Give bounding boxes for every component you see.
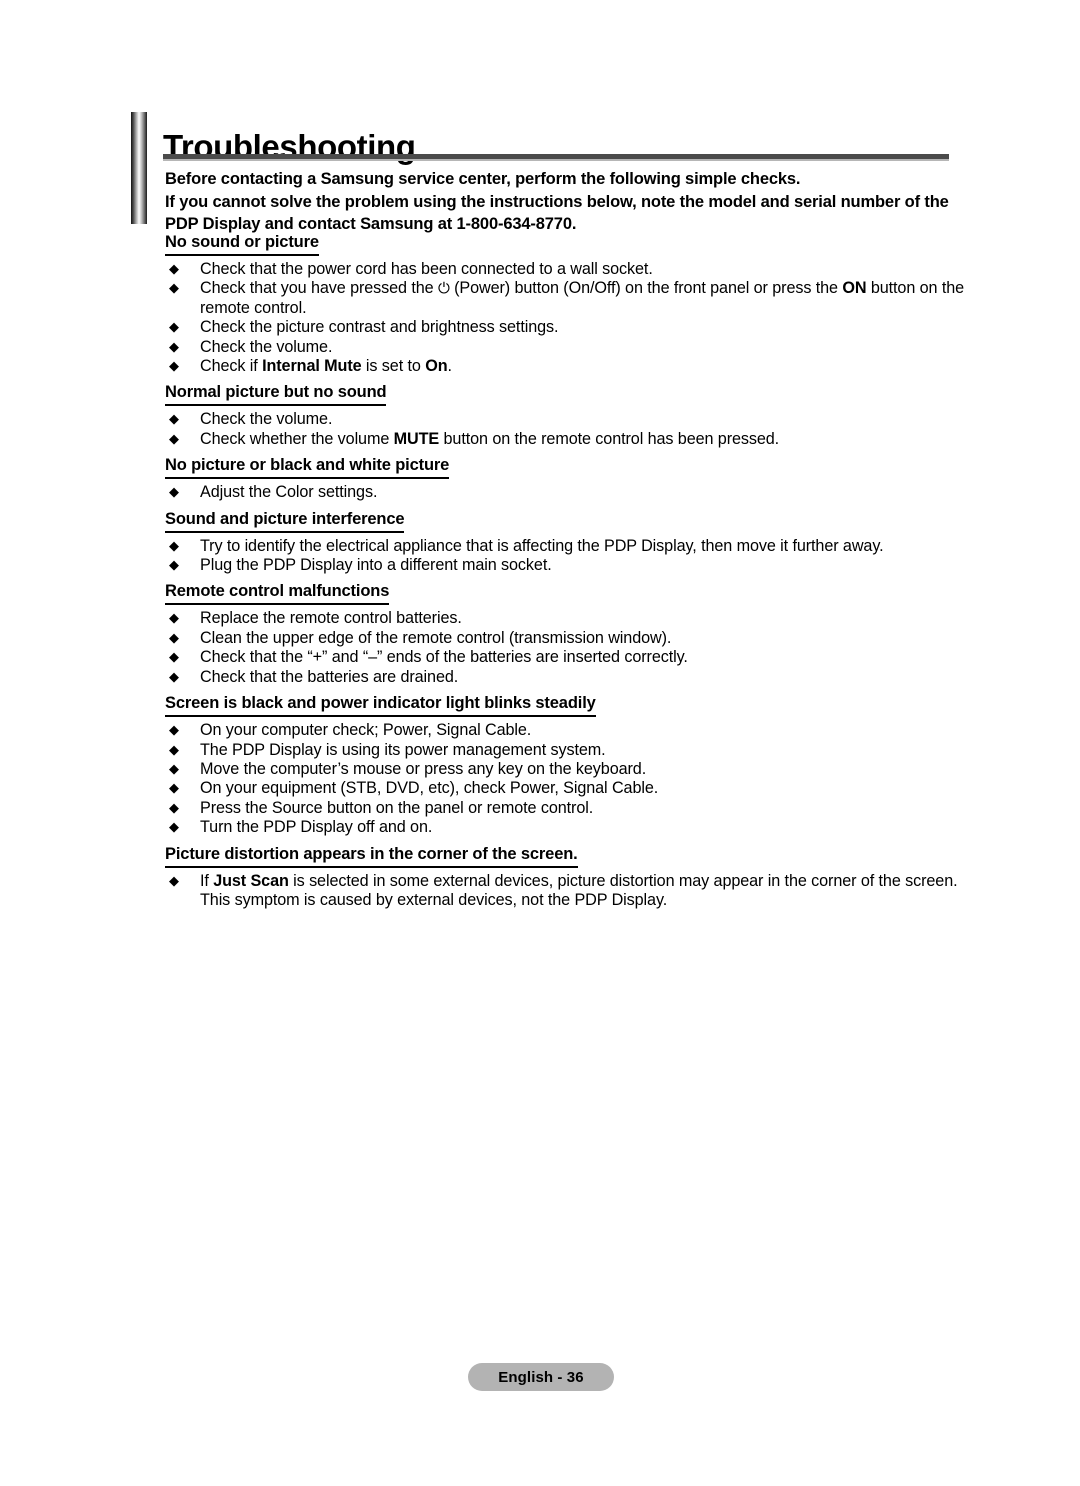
troubleshooting-section: Normal picture but no sound ◆ Check the vo… <box>165 382 965 449</box>
list-item: ◆ Turn the PDP Display off and on. <box>165 818 965 837</box>
troubleshooting-sections: No sound or picture ◆ Check that the power… <box>165 232 965 910</box>
bullet-list: ◆ Check the volume. ◆ Check whether the vol… <box>165 410 965 449</box>
list-item: ◆ Move the computer’s mouse or press any … <box>165 760 965 779</box>
list-item-text: Press the Source button on the panel or … <box>200 798 594 817</box>
emphasis-text: ON <box>842 279 867 298</box>
list-item-text: Check the volume. <box>200 337 333 356</box>
emphasis-text: MUTE <box>393 429 440 448</box>
list-item: ◆ Adjust the Color settings. <box>165 483 965 502</box>
list-item-text: Move the computer’s mouse or press any k… <box>200 759 647 778</box>
section-heading: Sound and picture interference <box>165 509 405 533</box>
list-item-text: Check that you have pressed the ⏻ (Power… <box>200 279 965 317</box>
diamond-bullet-icon: ◆ <box>169 280 179 296</box>
diamond-bullet-icon: ◆ <box>169 799 179 815</box>
bullet-list: ◆ On your computer check; Power, Signal C… <box>165 721 965 837</box>
emphasis-text: Internal Mute <box>262 357 362 376</box>
emphasis-text: Just Scan <box>213 871 289 890</box>
list-item: ◆ Check the picture contrast and brightne… <box>165 318 965 337</box>
list-item-text: Check that the “+” and “–” ends of the b… <box>200 648 688 667</box>
document-page: Troubleshooting Before contacting a Sams… <box>0 0 1080 1486</box>
diamond-bullet-icon: ◆ <box>169 722 179 738</box>
power-symbol-icon: ⏻ <box>437 279 450 298</box>
diamond-bullet-icon: ◆ <box>169 430 179 446</box>
bullet-list: ◆ Replace the remote control batteries. ◆ C… <box>165 609 965 687</box>
diamond-bullet-icon: ◆ <box>169 668 179 684</box>
bullet-list: ◆ Check that the power cord has been conn… <box>165 260 965 376</box>
diamond-bullet-icon: ◆ <box>169 557 179 573</box>
list-item-text: Check whether the volume MUTE button on … <box>200 429 780 448</box>
page-number-label: English - 36 <box>498 1368 584 1386</box>
list-item: ◆ Check that the “+” and “–” ends of the … <box>165 648 965 667</box>
list-item: ◆ Check if Internal Mute is set to On. <box>165 357 965 376</box>
page-footer-badge: English - 36 <box>468 1363 614 1391</box>
list-item-text: Adjust the Color settings. <box>200 483 378 502</box>
list-item: ◆ Try to identify the electrical applianc… <box>165 537 965 556</box>
diamond-bullet-icon: ◆ <box>169 780 179 796</box>
troubleshooting-section: Picture distortion appears in the corner… <box>165 844 965 911</box>
section-heading: Remote control malfunctions <box>165 581 389 606</box>
diamond-bullet-icon: ◆ <box>169 537 179 553</box>
emphasis-text: On <box>425 357 448 376</box>
list-item-text: Check if Internal Mute is set to On. <box>200 357 452 376</box>
troubleshooting-section: No picture or black and white picture ◆ Ad… <box>165 455 965 502</box>
troubleshooting-section: Screen is black and power indicator ligh… <box>165 693 965 837</box>
diamond-bullet-icon: ◆ <box>169 411 179 427</box>
list-item: ◆ Check that the batteries are drained. <box>165 668 965 687</box>
diamond-bullet-icon: ◆ <box>169 760 179 776</box>
diamond-bullet-icon: ◆ <box>169 338 179 354</box>
list-item-text: Replace the remote control batteries. <box>200 609 462 628</box>
list-item: ◆ On your equipment (STB, DVD, etc), chec… <box>165 779 965 798</box>
diamond-bullet-icon: ◆ <box>169 484 179 500</box>
list-item-text: Check that the power cord has been conne… <box>200 260 653 278</box>
list-item: ◆ Check whether the volume MUTE button on… <box>165 430 965 449</box>
troubleshooting-section: No sound or picture ◆ Check that the power… <box>165 232 965 376</box>
diamond-bullet-icon: ◆ <box>169 610 179 626</box>
diamond-bullet-icon: ◆ <box>169 741 179 757</box>
list-item: ◆ Check that you have pressed the ⏻ (Powe… <box>165 279 965 318</box>
list-item-text: Clean the upper edge of the remote contr… <box>200 628 672 647</box>
list-item-text: On your computer check; Power, Signal Ca… <box>200 721 532 740</box>
troubleshooting-section: Remote control malfunctions ◆ Replace the … <box>165 581 965 687</box>
list-item: ◆ On your computer check; Power, Signal C… <box>165 721 965 740</box>
diamond-bullet-icon: ◆ <box>169 872 179 888</box>
list-item: ◆ Plug the PDP Display into a different m… <box>165 556 965 575</box>
decorative-vertical-bar <box>131 112 147 224</box>
list-item-text: Check the volume. <box>200 410 333 429</box>
list-item-text: Check the picture contrast and brightnes… <box>200 318 559 337</box>
diamond-bullet-icon: ◆ <box>169 358 179 374</box>
section-heading: Normal picture but no sound <box>165 382 387 407</box>
list-item: ◆ Check the volume. <box>165 338 965 357</box>
list-item: ◆ Press the Source button on the panel or… <box>165 799 965 818</box>
list-item: ◆ Clean the upper edge of the remote cont… <box>165 629 965 648</box>
bullet-list: ◆ Try to identify the electrical applianc… <box>165 537 965 576</box>
diamond-bullet-icon: ◆ <box>169 629 179 645</box>
list-item-text: If Just Scan is selected in some externa… <box>200 871 958 909</box>
list-item-text: The PDP Display is using its power manag… <box>200 740 606 759</box>
diamond-bullet-icon: ◆ <box>169 819 179 835</box>
list-item-text: On your equipment (STB, DVD, etc), check… <box>200 779 659 798</box>
list-item: ◆ If Just Scan is selected in some extern… <box>165 872 965 911</box>
list-item-text: Turn the PDP Display off and on. <box>200 818 433 837</box>
diamond-bullet-icon: ◆ <box>169 319 179 335</box>
section-heading: Picture distortion appears in the corner… <box>165 844 578 868</box>
list-item-text: Plug the PDP Display into a different ma… <box>200 556 552 575</box>
list-item: ◆ The PDP Display is using its power mana… <box>165 741 965 760</box>
title-divider-rule <box>163 154 949 161</box>
list-item: ◆ Check the volume. <box>165 410 965 429</box>
diamond-bullet-icon: ◆ <box>169 261 179 276</box>
diamond-bullet-icon: ◆ <box>169 649 179 665</box>
list-item: ◆ Check that the power cord has been conn… <box>165 260 965 279</box>
section-heading: No sound or picture <box>165 232 319 256</box>
troubleshooting-section: Sound and picture interference ◆ Try to id… <box>165 509 965 576</box>
list-item: ◆ Replace the remote control batteries. <box>165 609 965 628</box>
bullet-list: ◆ Adjust the Color settings. <box>165 483 965 502</box>
list-item-text: Try to identify the electrical appliance… <box>200 536 884 555</box>
section-heading: No picture or black and white picture <box>165 455 449 480</box>
section-heading: Screen is black and power indicator ligh… <box>165 693 596 718</box>
list-item-text: Check that the batteries are drained. <box>200 667 459 686</box>
bullet-list: ◆ If Just Scan is selected in some extern… <box>165 872 965 911</box>
intro-paragraph: Before contacting a Samsung service cent… <box>165 170 949 233</box>
